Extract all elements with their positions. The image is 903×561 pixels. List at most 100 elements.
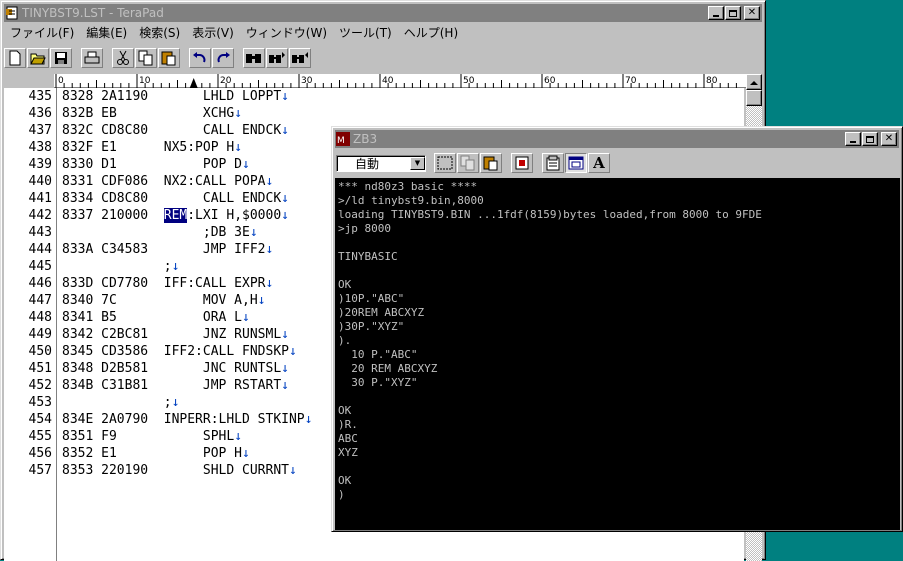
ruler-label: 60 — [544, 76, 556, 86]
cut-icon — [117, 50, 129, 65]
line-content: 8340 7C MOV A,H — [62, 293, 258, 308]
scroll-thumb[interactable] — [746, 90, 762, 106]
newline-mark: ↓ — [288, 463, 297, 478]
ruler-label: 40 — [382, 76, 394, 86]
line-content: 832B EB XCHG — [62, 106, 235, 121]
terminal-screen[interactable]: *** nd80z3 basic **** >/ld tinybst9.bin,8… — [335, 178, 900, 530]
close-icon: ✕ — [747, 7, 757, 18]
print-icon — [84, 51, 100, 64]
line-text: 8345 CD3586 IFF2:CALL FNDSKP↓ — [62, 344, 297, 359]
line-content: 8328 2A1190 LHLD LOPPT — [62, 89, 282, 104]
maximize-icon — [729, 9, 737, 17]
menu-tools[interactable]: ツール(T) — [333, 24, 398, 41]
line-text-rest: :LXI H,$0000 — [187, 208, 282, 223]
open-button[interactable] — [27, 48, 49, 68]
line-content: 833D CD7780 IFF:CALL EXPR — [62, 276, 266, 291]
line-text: 832B EB XCHG↓ — [62, 106, 242, 121]
line-text: 833D CD7780 IFF:CALL EXPR↓ — [62, 276, 273, 291]
menu-help[interactable]: ヘルプ(H) — [398, 24, 464, 41]
menu-search[interactable]: 検索(S) — [133, 24, 186, 41]
line-text: 8352 E1 POP H↓ — [62, 446, 250, 461]
close-button[interactable]: ✕ — [744, 6, 760, 20]
line-number: 445 — [28, 259, 52, 274]
print-button[interactable] — [81, 48, 103, 68]
line-text: 8341 B5 ORA L↓ — [62, 310, 250, 325]
line-content: ;DB 3E — [62, 225, 250, 240]
font-icon: A — [593, 154, 605, 172]
newline-mark: ↓ — [242, 157, 250, 172]
new-file-button[interactable] — [4, 48, 26, 68]
terminal-line: 20 REM ABCXYZ — [338, 362, 438, 375]
scroll-up-button[interactable] — [746, 74, 762, 90]
settings-icon — [515, 156, 529, 170]
minimize-button[interactable] — [708, 6, 724, 20]
terminal-line: )30P."XYZ" — [338, 320, 405, 333]
newline-mark: ↓ — [281, 89, 289, 104]
line-text: 8328 2A1190 LHLD LOPPT↓ — [62, 89, 289, 104]
find-next-button[interactable] — [266, 48, 288, 68]
zb3-titlebar[interactable]: M ZB3 ✕ — [335, 130, 899, 148]
line-content: 8342 C2BC81 JNZ RUNSML — [62, 327, 282, 342]
paste-button[interactable] — [480, 153, 502, 173]
save-button[interactable] — [50, 48, 72, 68]
redo-button[interactable] — [212, 48, 234, 68]
copy-button[interactable] — [135, 48, 157, 68]
paste-button[interactable] — [158, 48, 180, 68]
select-button[interactable] — [434, 153, 456, 173]
close-button[interactable]: ✕ — [881, 132, 897, 146]
terminal-line: OK — [338, 404, 352, 417]
settings-button[interactable] — [511, 153, 533, 173]
window-toggle-button[interactable] — [565, 153, 587, 173]
menu-file[interactable]: ファイル(F) — [4, 24, 80, 41]
newline-mark: ↓ — [281, 191, 289, 206]
maximize-button[interactable] — [725, 6, 741, 20]
chevron-down-icon[interactable]: ▼ — [410, 156, 425, 170]
line-text: 833A C34583 JMP IFF2↓ — [62, 242, 273, 257]
menu-edit[interactable]: 編集(E) — [80, 24, 133, 41]
maximize-button[interactable] — [862, 132, 878, 146]
line-text: ;↓ — [62, 395, 180, 410]
newline-mark: ↓ — [171, 259, 180, 274]
terminal-line: ) — [338, 488, 345, 501]
properties-icon — [546, 155, 560, 171]
line-number: 440 — [28, 174, 52, 189]
line-number: 437 — [28, 123, 52, 138]
window-title: TINYBST9.LST - TeraPad — [22, 6, 164, 20]
menu-view[interactable]: 表示(V) — [186, 24, 240, 41]
maximize-icon — [866, 135, 874, 143]
find-prev-button[interactable] — [289, 48, 311, 68]
line-text: 8340 7C MOV A,H↓ — [62, 293, 266, 308]
font-button[interactable]: A — [588, 153, 610, 173]
newline-mark: ↓ — [288, 344, 297, 359]
ruler-label: 30 — [301, 76, 313, 86]
copy-button[interactable] — [457, 153, 479, 173]
zb3-app-icon[interactable]: M — [336, 132, 350, 146]
line-content: 8341 B5 ORA L — [62, 310, 243, 325]
terapad-titlebar[interactable]: TINYBST9.LST - TeraPad ✕ — [4, 4, 762, 22]
save-icon — [55, 52, 67, 64]
properties-button[interactable] — [542, 153, 564, 173]
ruler-ticks: 0 10 20 30 40 50 60 70 80 — [55, 74, 737, 88]
line-text: 834B C31B81 JMP RSTART↓ — [62, 378, 289, 393]
window-title: ZB3 — [353, 132, 378, 146]
minimize-button[interactable] — [845, 132, 861, 146]
undo-icon — [193, 52, 206, 63]
line-number: 449 — [28, 327, 52, 342]
line-number: 436 — [28, 106, 52, 121]
cut-button[interactable] — [112, 48, 134, 68]
menu-window[interactable]: ウィンドウ(W) — [240, 24, 333, 41]
copy-icon — [460, 155, 475, 171]
ruler-label: 70 — [625, 76, 637, 86]
find-icon — [246, 54, 261, 63]
line-text-prefix: 8337 210000 — [62, 208, 164, 223]
find-button[interactable] — [243, 48, 265, 68]
menu-bar: ファイル(F) 編集(E) 検索(S) 表示(V) ウィンドウ(W) ツール(T… — [4, 23, 762, 41]
line-content: 8353 220190 SHLD CURRNT — [62, 463, 289, 478]
undo-button[interactable] — [189, 48, 211, 68]
line-text: 8330 D1 POP D↓ — [62, 157, 250, 172]
line-number: 435 — [28, 89, 52, 104]
terapad-app-icon[interactable] — [5, 6, 19, 20]
line-content: 832F E1 NX5:POP H — [62, 140, 235, 155]
mode-select[interactable]: 自動 ▼ — [336, 154, 426, 172]
terminal-line: TINYBASIC — [338, 250, 398, 263]
